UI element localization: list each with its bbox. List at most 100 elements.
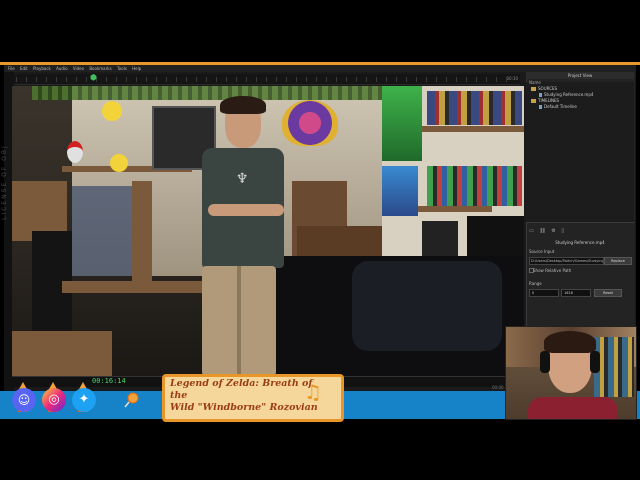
pikachu-figure [110,154,128,172]
replace-source-button[interactable]: Replace [604,257,632,265]
headphone-left-icon [540,351,550,373]
ruler-tick [126,77,127,82]
ruler-tick [246,77,247,82]
ruler-tick [426,77,427,82]
shirt-emblem-icon: ♆ [235,171,249,187]
folder-add-icon[interactable]: ▭ [529,228,534,234]
ruler-tick [476,77,477,82]
menu-tools[interactable]: Tools [117,65,127,72]
menu-bookmarks[interactable]: Bookmarks [89,65,111,72]
name-column-header[interactable]: Name [529,80,541,85]
ruler-tick [396,77,397,82]
ruler-tick [296,77,297,82]
ruler-tick [506,77,507,82]
ruler-tick [496,77,497,82]
reset-range-button[interactable]: Reset [594,289,622,297]
range-label: Range [529,281,542,286]
game-collection-top [427,91,522,125]
project-tree[interactable] [526,82,634,222]
game-box-poster [382,166,418,216]
menu-edit[interactable]: Edit [20,65,28,72]
ruler-tick [116,77,117,82]
menu-help[interactable]: Help [132,65,141,72]
timeline-file-icon [539,105,542,109]
ruler-tick [346,77,347,82]
headphone-right-icon [590,351,600,373]
range-start-stepper[interactable]: 0 [529,289,559,297]
ruler-tick [216,77,217,82]
tree-item-timelines[interactable]: TIMELINES [531,98,559,103]
menu-playback[interactable]: Playback [33,65,51,72]
right-shelf-top [412,126,524,132]
ivy-garland [32,86,412,100]
shelf-post [132,181,152,281]
ruler-tick [446,77,447,82]
ruler-tick [226,77,227,82]
streamer-hair [544,331,596,353]
end-timecode: 00:00 [492,385,504,390]
selected-item-name: Studying Reference.mp4 [555,240,605,245]
range-end-stepper[interactable]: 1616 [561,289,591,297]
game-collection-mid [427,166,522,206]
ruler-tick [436,77,437,82]
ruler-tick [456,77,457,82]
menu-video[interactable]: Video [73,65,84,72]
webcam-feed [505,326,637,420]
folder-icon [531,99,536,103]
playhead-marker-icon[interactable]: ⬢ [90,72,97,84]
panel-divider [526,222,634,223]
music-notes-icon: ♫ [304,380,322,404]
tree-item-source-file[interactable]: Studying Reference.mp4 [539,92,593,97]
tree-item-default-timeline[interactable]: Default Timeline [539,104,577,109]
ruler-tick [136,77,137,82]
ruler-tick [26,77,27,82]
couch [352,261,502,351]
ruler-tick [416,77,417,82]
folder-icon [531,87,536,91]
menu-file[interactable]: File [8,65,15,72]
video-preview[interactable]: ♆ [12,86,524,376]
ruler-tick [336,77,337,82]
plush-figure [67,141,83,163]
letterbox-top [0,0,640,62]
person-hair [220,96,266,114]
ruler-tick [176,77,177,82]
show-relative-path-label: Show Relative Path [533,268,572,273]
panel-toolbar: ▭ ⛓ ⚙ ▯ [529,228,568,234]
ruler-tick [366,77,367,82]
tree-item-sources[interactable]: SOURCES [531,86,557,91]
ruler-time: 00:30 [506,76,518,81]
ruler-tick [256,77,257,82]
timeline-ruler[interactable]: 00:30 [10,74,520,85]
trash-icon[interactable]: ▯ [561,228,564,234]
majora-mask [282,100,338,146]
discord-icon: ☺ [12,388,36,412]
settings-icon[interactable]: ⚙ [551,228,555,234]
source-path-field[interactable]: D:/Users/Desktop/Twitch/Games/Studying R… [529,257,604,265]
ruler-tick [406,77,407,82]
ruler-tick [316,77,317,82]
ruler-tick [276,77,277,82]
ruler-tick [486,77,487,82]
menu-audio[interactable]: Audio [56,65,67,72]
streamer-shirt [528,397,618,419]
ruler-tick [386,77,387,82]
ruler-tick [466,77,467,82]
ruler-tick [146,77,147,82]
ruler-tick [66,77,67,82]
ruler-tick [46,77,47,82]
link-icon[interactable]: ⛓ [539,228,545,234]
ruler-tick [206,77,207,82]
ruler-tick [326,77,327,82]
pin-decoration-icon [123,392,139,408]
right-shelf-mid [412,206,492,212]
instagram-icon: ◎ [42,388,66,412]
ruler-tick [266,77,267,82]
ruler-tick [236,77,237,82]
ruler-tick [376,77,377,82]
ruler-tick [36,77,37,82]
webcam-shelf [594,337,634,397]
green-poster [382,86,422,161]
video-file-icon [539,93,542,97]
menu-bar: File Edit Playback Audio Video Bookmarks… [4,65,636,72]
